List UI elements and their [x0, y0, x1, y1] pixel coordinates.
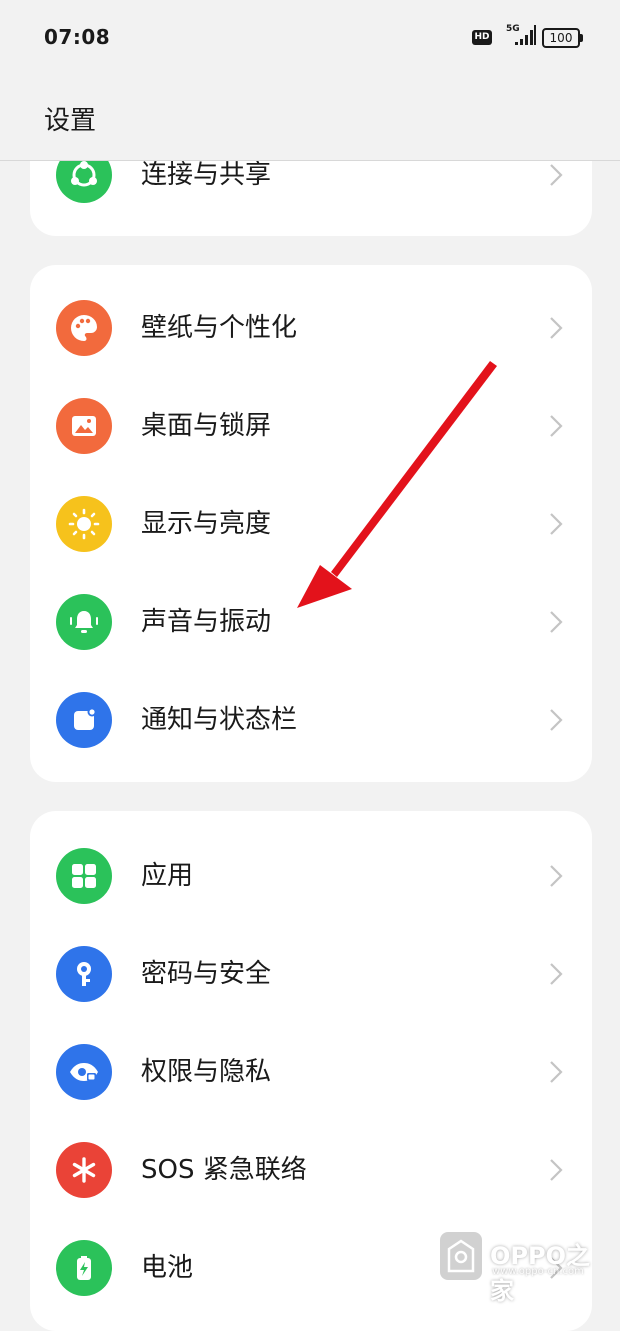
settings-item-label: 应用 — [141, 861, 194, 891]
chevron-right-icon — [550, 415, 563, 437]
settings-item-password-security[interactable]: 密码与安全 — [30, 925, 592, 1023]
settings-item-label: 壁纸与个性化 — [141, 313, 298, 343]
image-icon — [56, 398, 112, 454]
key-icon — [56, 946, 112, 1002]
bell-icon — [56, 594, 112, 650]
status-bar: 07:08 HD 5G 100 — [0, 0, 620, 76]
chevron-right-icon — [550, 963, 563, 985]
battery-icon — [580, 34, 583, 42]
chevron-right-icon — [550, 1061, 563, 1083]
hd-badge: HD — [472, 30, 492, 45]
settings-item-desktop-lockscreen[interactable]: 桌面与锁屏 — [30, 377, 592, 475]
privacy-eye-icon — [56, 1044, 112, 1100]
settings-item-label: 通知与状态栏 — [141, 705, 298, 735]
settings-item-display-brightness[interactable]: 显示与亮度 — [30, 475, 592, 573]
settings-item-label: 权限与隐私 — [141, 1057, 272, 1087]
notification-icon — [56, 692, 112, 748]
settings-item-permissions-privacy[interactable]: 权限与隐私 — [30, 1023, 592, 1121]
chevron-right-icon — [550, 317, 563, 339]
header: 设置 — [0, 76, 620, 160]
settings-item-sos[interactable]: SOS 紧急联络 — [30, 1121, 592, 1219]
apps-grid-icon — [56, 848, 112, 904]
watermark: OPPO之家 www.oppo-cn.com — [440, 1232, 610, 1305]
settings-item-label: 桌面与锁屏 — [141, 411, 272, 441]
network-type: 5G — [506, 24, 520, 34]
settings-item-notifications[interactable]: 通知与状态栏 — [30, 671, 592, 769]
watermark-logo-icon — [440, 1232, 482, 1280]
settings-card-personalization: 壁纸与个性化 桌面与锁屏 显示与亮度 声音与振动 通知与状态栏 — [30, 265, 592, 782]
chevron-right-icon — [550, 709, 563, 731]
sun-icon — [56, 496, 112, 552]
palette-icon — [56, 300, 112, 356]
status-time: 07:08 — [44, 25, 111, 49]
settings-item-label: 密码与安全 — [141, 959, 272, 989]
settings-item-label: 显示与亮度 — [141, 509, 272, 539]
header-divider — [0, 160, 620, 161]
settings-item-label: 电池 — [141, 1253, 194, 1283]
chevron-right-icon — [550, 865, 563, 887]
watermark-url: www.oppo-cn.com — [492, 1266, 584, 1277]
chevron-right-icon — [550, 513, 563, 535]
settings-item-label: SOS 紧急联络 — [141, 1155, 307, 1185]
chevron-right-icon — [550, 164, 563, 186]
settings-item-apps[interactable]: 应用 — [30, 827, 592, 925]
battery-icon — [56, 1240, 112, 1296]
settings-item-label: 声音与振动 — [141, 607, 272, 637]
chevron-right-icon — [550, 611, 563, 633]
battery-level: 100 — [542, 28, 580, 48]
chevron-right-icon — [550, 1159, 563, 1181]
settings-item-sound-vibration[interactable]: 声音与振动 — [30, 573, 592, 671]
settings-item-wallpaper[interactable]: 壁纸与个性化 — [30, 279, 592, 377]
page-title: 设置 — [44, 106, 97, 136]
asterisk-icon — [56, 1142, 112, 1198]
